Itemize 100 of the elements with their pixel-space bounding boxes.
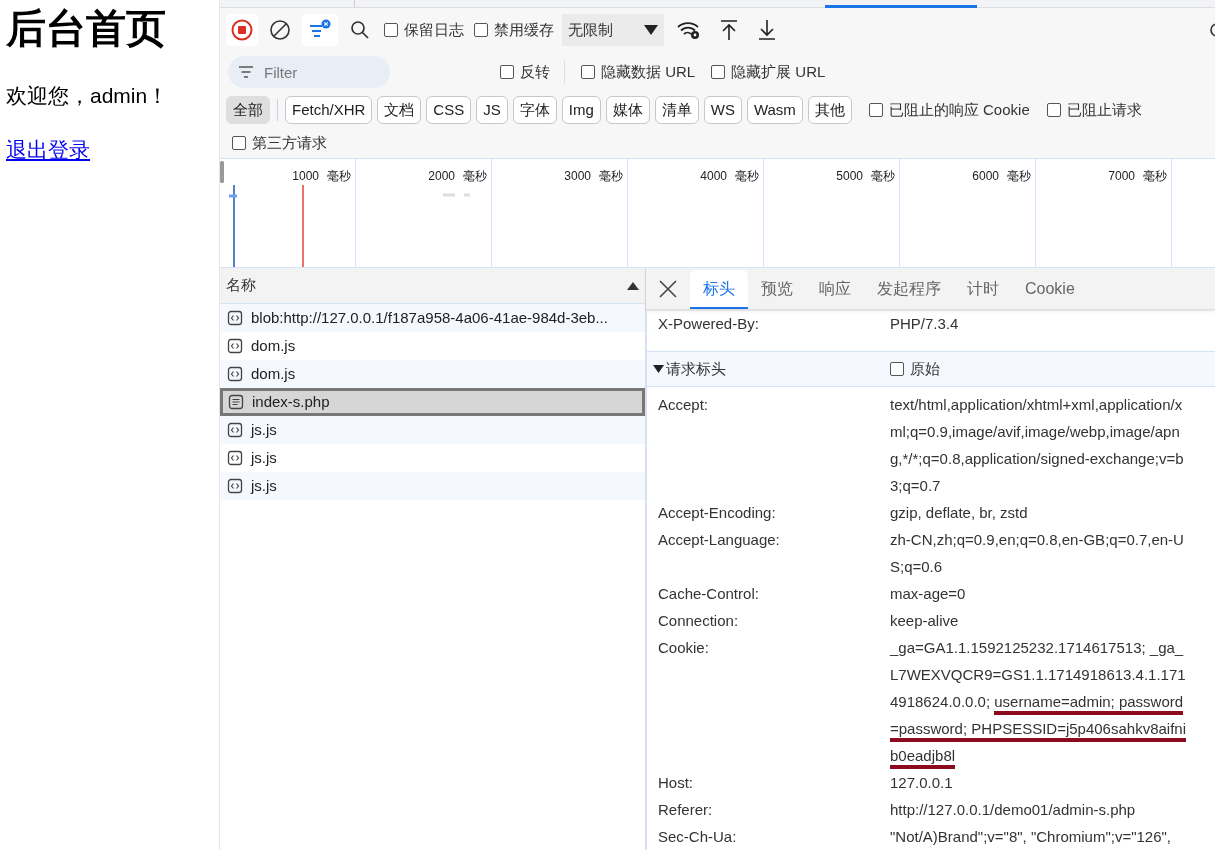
stop-recording-icon	[231, 19, 253, 41]
checkbox[interactable]	[890, 362, 904, 376]
filter-field[interactable]: Filter	[228, 56, 390, 88]
request-name: dom.js	[251, 363, 296, 384]
type-filter-chip[interactable]: 全部	[226, 96, 270, 124]
header-value: 127.0.0.1	[890, 773, 954, 793]
option-label: 已阻止请求	[1066, 99, 1142, 120]
time-tick-label: 2000	[428, 168, 455, 185]
header-value: http://127.0.0.1/demo01/admin-s.php	[890, 800, 1137, 820]
header-value: "Not/A)Brand";v="8", "Chromium";v="126",	[890, 827, 1173, 847]
type-filter-chip[interactable]: 清单	[654, 96, 699, 124]
script-file-icon	[227, 366, 243, 382]
section-title[interactable]: 请求标头	[666, 357, 726, 381]
option-label: 已阻止的响应 Cookie	[888, 99, 1030, 120]
request-row[interactable]: js.js	[220, 416, 645, 444]
document-file-icon	[228, 394, 244, 410]
request-name: dom.js	[251, 335, 296, 356]
header-name: Host:	[658, 773, 694, 793]
request-name: index-s.php	[252, 391, 330, 412]
details-tab[interactable]: 计时	[954, 268, 1012, 309]
checkbox[interactable]	[384, 23, 398, 37]
request-row[interactable]: js.js	[220, 472, 645, 500]
type-filter-chip[interactable]: JS	[476, 96, 508, 124]
checkbox[interactable]	[711, 65, 726, 79]
type-filter-chip[interactable]: CSS	[426, 96, 472, 124]
script-file-icon	[227, 310, 243, 326]
time-tick-unit: 毫秒	[735, 168, 759, 185]
details-tab[interactable]: Cookie	[1012, 268, 1088, 309]
filter-icon	[238, 66, 254, 78]
time-tick-unit: 毫秒	[463, 168, 487, 185]
type-filter-chip[interactable]: 字体	[512, 96, 557, 124]
header-value: gzip, deflate, br, zstd	[890, 503, 1029, 523]
checkbox[interactable]	[868, 103, 883, 117]
caret-icon	[644, 25, 658, 35]
welcome-text: 欢迎您，admin！	[6, 83, 170, 109]
option-label: 隐藏数据 URL	[601, 61, 696, 82]
download-icon	[757, 19, 777, 41]
request-row[interactable]: blob:http://127.0.0.1/f187a958-4a06-41ae-984d-3eb...	[220, 304, 645, 332]
type-filter-chip[interactable]: 文档	[377, 96, 422, 124]
time-tick-unit: 毫秒	[327, 168, 351, 185]
type-filter-chip[interactable]: 其他	[807, 96, 852, 124]
wifi-gear-icon	[676, 19, 702, 41]
type-filter-chip[interactable]: Img	[561, 96, 601, 124]
search-icon	[350, 20, 370, 40]
request-name: js.js	[251, 447, 277, 468]
type-filter-chip[interactable]: WS	[703, 96, 742, 124]
time-tick-label: 4000	[700, 168, 727, 185]
record-button[interactable]	[226, 14, 258, 46]
header-value: _ga=GA1.1.1592125232.1714617513; _ga_L7WEXVQCR9=GS1.1.1714918613.4.1.1714918624.0.0.0; username=admin; password=password; PHPSESSID=j5p406sahkv8aifnib0eadjb8l	[890, 634, 1190, 769]
option-label: 第三方请求	[252, 132, 327, 153]
clear-icon	[269, 19, 291, 41]
expanded-triangle-icon[interactable]	[653, 364, 664, 374]
header-name: Connection:	[658, 611, 740, 631]
type-filter-chip[interactable]: Fetch/XHR	[285, 96, 373, 124]
checkbox[interactable]	[474, 23, 488, 37]
request-name: js.js	[251, 475, 277, 496]
option-label: 反转	[520, 61, 550, 82]
option-label: 隐藏扩展 URL	[731, 61, 826, 82]
option-label: 原始	[910, 358, 940, 379]
time-tick-label: 7000	[1108, 168, 1135, 185]
details-tab[interactable]: 预览	[748, 268, 806, 309]
details-tab[interactable]: 发起程序	[864, 268, 954, 309]
script-file-icon	[227, 422, 243, 438]
checkbox[interactable]	[232, 136, 246, 150]
time-tick-unit: 毫秒	[1143, 168, 1167, 185]
time-tick-unit: 毫秒	[599, 168, 623, 185]
checkbox[interactable]	[500, 65, 514, 79]
details-tab[interactable]: 标头	[690, 270, 748, 309]
header-name: Sec-Ch-Ua:	[658, 827, 738, 847]
time-tick-label: 1000	[292, 168, 319, 185]
script-file-icon	[227, 450, 243, 466]
upload-icon	[719, 19, 739, 41]
script-file-icon	[227, 478, 243, 494]
time-tick-unit: 毫秒	[871, 168, 895, 185]
throttling-select[interactable]: 无限制	[562, 14, 664, 46]
script-file-icon	[227, 338, 243, 354]
time-tick-label: 5000	[836, 168, 863, 185]
logout-link[interactable]: 退出登录	[6, 133, 90, 165]
sort-ascending-icon[interactable]	[627, 281, 639, 290]
header-name: Accept-Encoding:	[658, 503, 777, 523]
type-filter-chip[interactable]: 媒体	[605, 96, 650, 124]
header-value: max-age=0	[890, 584, 967, 604]
header-value: keep-alive	[890, 611, 960, 631]
header-name: X-Powered-By:	[658, 314, 760, 334]
header-name: Referer:	[658, 800, 714, 820]
time-tick-unit: 毫秒	[1007, 168, 1031, 185]
filter-toggle-button[interactable]	[302, 14, 338, 46]
header-name: Cookie:	[658, 638, 710, 658]
option-label: 保留日志	[404, 19, 464, 40]
request-name: js.js	[251, 419, 277, 440]
page-heading: 后台首页	[6, 5, 167, 52]
request-row[interactable]: dom.js	[220, 360, 645, 388]
type-filter-chip[interactable]: Wasm	[746, 96, 803, 124]
checkbox[interactable]	[1046, 103, 1061, 117]
request-row[interactable]: index-s.php	[220, 388, 645, 416]
time-tick-label: 6000	[972, 168, 999, 185]
details-tab[interactable]: 响应	[806, 268, 864, 309]
column-header[interactable]: 名称	[226, 274, 256, 297]
request-name: blob:http://127.0.0.1/f187a958-4a06-41ae-984d-3eb...	[251, 307, 608, 328]
checkbox[interactable]	[581, 65, 595, 79]
